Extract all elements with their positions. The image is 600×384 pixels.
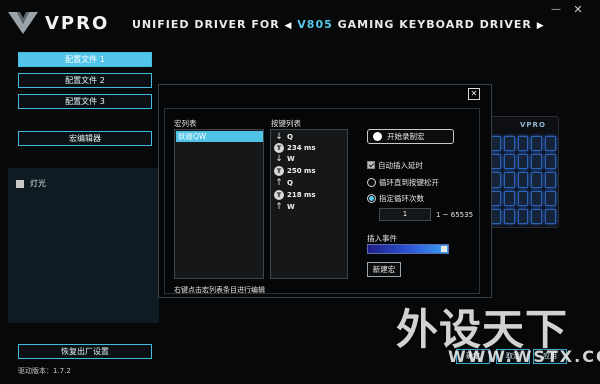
key-event-text: 234 ms bbox=[287, 144, 316, 152]
key-event-text: Q bbox=[287, 179, 293, 187]
keyboard-key[interactable] bbox=[531, 172, 543, 188]
key-event-row[interactable]: T 218 ms bbox=[274, 190, 344, 201]
keyboard-key[interactable] bbox=[503, 172, 515, 188]
key-list-label: 按键列表 bbox=[271, 119, 301, 128]
new-macro-button[interactable]: 新建宏 bbox=[367, 262, 401, 277]
keyboard-key[interactable] bbox=[503, 208, 515, 224]
edit-hint: 右键点击宏列表条目进行编辑 bbox=[174, 286, 265, 294]
profile-2-button[interactable]: 配置文件 2 bbox=[18, 73, 152, 88]
key-event-text: W bbox=[287, 203, 295, 211]
watermark-text: 外设天下 bbox=[396, 305, 569, 354]
key-event-list[interactable]: ↓ Q T 234 ms ↓ W T 250 ms ↑ Q T 218 ms ↑… bbox=[270, 129, 348, 279]
key-down-icon: ↓ bbox=[275, 154, 283, 164]
key-event-row[interactable]: ↑ W bbox=[274, 202, 344, 213]
keyboard-key[interactable] bbox=[503, 190, 515, 206]
key-event-text: Q bbox=[287, 133, 293, 141]
loop-until-release-label: 循环直到按键松开 bbox=[379, 178, 439, 187]
keyboard-key[interactable] bbox=[517, 154, 529, 170]
driver-version: 驱动版本：1.7.2 bbox=[18, 367, 71, 375]
delay-icon: T bbox=[274, 143, 284, 153]
model-name: V805 bbox=[297, 18, 333, 31]
cancel-button[interactable]: 取消 bbox=[496, 349, 530, 364]
minimize-button[interactable]: — bbox=[548, 4, 564, 16]
prev-model-arrow-icon[interactable]: ◀ bbox=[285, 21, 293, 31]
keyboard-key[interactable] bbox=[531, 190, 543, 206]
logo-text: VPRO bbox=[45, 13, 110, 34]
keyboard-key[interactable] bbox=[545, 172, 556, 188]
record-icon bbox=[373, 132, 382, 141]
key-event-row[interactable]: ↓ Q bbox=[274, 132, 344, 143]
keyboard-keys bbox=[490, 136, 556, 224]
keyboard-key[interactable] bbox=[545, 208, 556, 224]
watermark: 外设天下 WWW.WSTX.COM bbox=[396, 296, 600, 376]
key-event-row[interactable]: T 234 ms bbox=[274, 143, 344, 154]
key-event-text: W bbox=[287, 155, 295, 163]
next-model-arrow-icon[interactable]: ▶ bbox=[537, 21, 545, 31]
keyboard-key[interactable] bbox=[503, 154, 515, 170]
keyboard-key[interactable] bbox=[517, 190, 529, 206]
keyboard-key[interactable] bbox=[531, 136, 543, 152]
loop-count-range: 1 ~ 65535 bbox=[436, 211, 474, 219]
key-event-text: 250 ms bbox=[287, 167, 316, 175]
auto-delay-checkbox[interactable] bbox=[367, 161, 375, 169]
key-event-row[interactable]: ↓ W bbox=[274, 154, 344, 165]
macro-list[interactable]: 妖姬QW bbox=[174, 129, 264, 279]
key-event-row[interactable]: ↑ Q bbox=[274, 178, 344, 189]
delay-icon: T bbox=[274, 166, 284, 176]
close-window-button[interactable]: ✕ bbox=[570, 4, 586, 16]
key-event-text: 218 ms bbox=[287, 191, 316, 199]
keyboard-key[interactable] bbox=[545, 190, 556, 206]
dialog-close-button[interactable]: ✕ bbox=[468, 88, 480, 100]
vpro-logo-icon bbox=[8, 12, 38, 34]
key-event-row[interactable]: T 250 ms bbox=[274, 166, 344, 177]
loop-count-radio[interactable] bbox=[367, 194, 376, 203]
macro-list-label: 宏列表 bbox=[174, 119, 197, 128]
apply-button[interactable]: 应用 bbox=[533, 349, 567, 364]
keyboard-key[interactable] bbox=[503, 136, 515, 152]
keyboard-key[interactable] bbox=[545, 136, 556, 152]
keyboard-key[interactable] bbox=[517, 208, 529, 224]
insert-event-select[interactable] bbox=[367, 244, 449, 254]
start-record-button[interactable]: 开始录制宏 bbox=[367, 129, 454, 144]
driver-window: VPRO UNIFIED DRIVER FOR ◀ V805 GAMING KE… bbox=[0, 0, 600, 384]
keyboard-logo: VPRO bbox=[520, 121, 546, 129]
key-up-icon: ↑ bbox=[275, 178, 283, 188]
macro-list-item[interactable]: 妖姬QW bbox=[176, 131, 263, 142]
keyboard-key[interactable] bbox=[531, 154, 543, 170]
start-record-label: 开始录制宏 bbox=[387, 132, 425, 141]
delay-icon: T bbox=[274, 190, 284, 200]
subtitle-prefix: UNIFIED DRIVER FOR bbox=[132, 18, 280, 31]
subtitle-suffix: GAMING KEYBOARD DRIVER bbox=[337, 18, 532, 31]
keyboard-key[interactable] bbox=[517, 136, 529, 152]
macro-editor-button[interactable]: 宏编辑器 bbox=[18, 131, 152, 146]
key-down-icon: ↓ bbox=[275, 132, 283, 142]
dropdown-arrow-icon bbox=[441, 246, 447, 252]
loop-count-input[interactable]: 1 bbox=[379, 208, 431, 221]
loop-until-release-radio[interactable] bbox=[367, 178, 376, 187]
keyboard-key[interactable] bbox=[517, 172, 529, 188]
keyboard-key[interactable] bbox=[545, 154, 556, 170]
light-label: 灯光 bbox=[30, 179, 46, 188]
factory-reset-button[interactable]: 恢复出厂设置 bbox=[18, 344, 152, 359]
auto-delay-label: 自动插入延时 bbox=[378, 161, 423, 170]
insert-event-label: 插入事件 bbox=[367, 234, 397, 243]
keyboard-key[interactable] bbox=[531, 208, 543, 224]
loop-count-label: 指定循环次数 bbox=[379, 194, 424, 203]
profile-3-button[interactable]: 配置文件 3 bbox=[18, 94, 152, 109]
key-up-icon: ↑ bbox=[275, 202, 283, 212]
profile-1-button[interactable]: 配置文件 1 bbox=[18, 52, 152, 67]
ok-button[interactable]: 确定 bbox=[456, 349, 490, 364]
light-checkbox[interactable] bbox=[16, 180, 24, 188]
app-subtitle: UNIFIED DRIVER FOR ◀ V805 GAMING KEYBOAR… bbox=[132, 18, 545, 31]
light-panel: 灯光 bbox=[8, 168, 159, 323]
